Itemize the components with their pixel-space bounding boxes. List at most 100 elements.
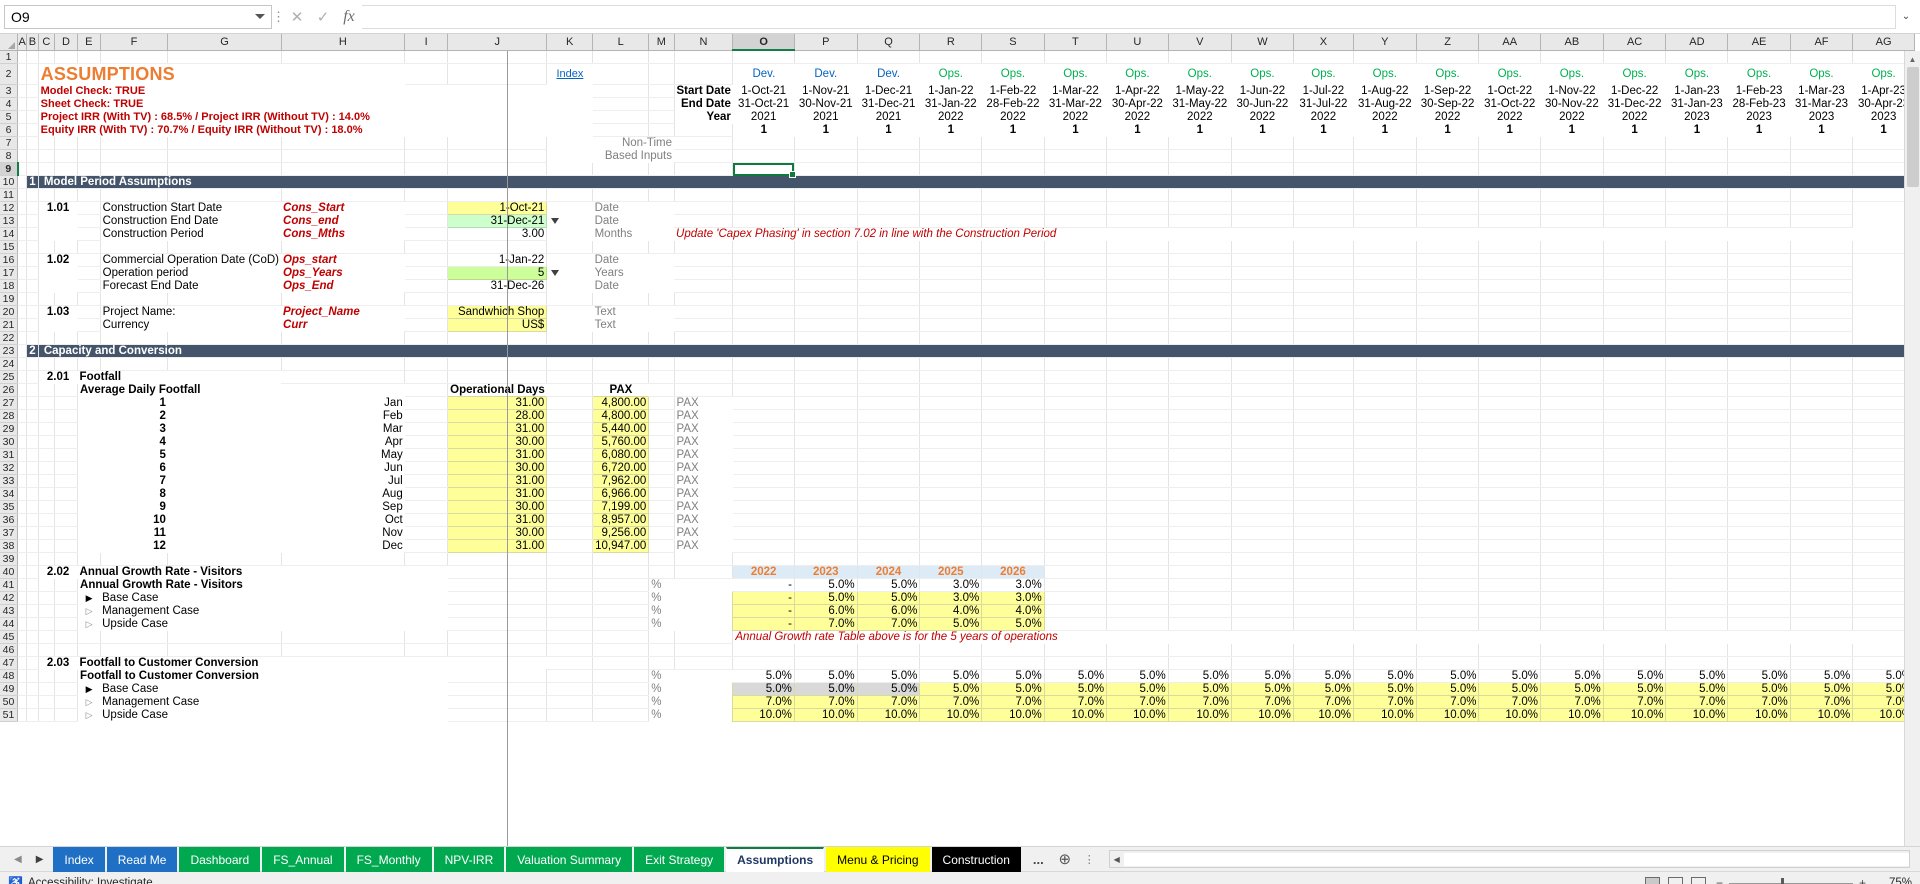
grid-cell[interactable] — [1168, 279, 1232, 293]
grid-cell[interactable] — [546, 695, 594, 709]
grid-cell[interactable] — [17, 344, 28, 358]
grid-cell[interactable] — [1478, 552, 1542, 566]
grid-cell[interactable] — [54, 552, 79, 566]
vertical-scroll-thumb[interactable] — [1907, 67, 1919, 187]
grid-cell[interactable] — [546, 461, 594, 475]
grid-cell[interactable] — [1353, 604, 1417, 618]
grid-cell[interactable] — [1478, 240, 1542, 254]
conversion-case-value[interactable]: 10.0% — [1789, 708, 1854, 722]
grid-cell[interactable] — [26, 461, 39, 475]
assumption-spinner[interactable] — [547, 280, 593, 293]
period-phase-cell[interactable]: Ops. — [1168, 63, 1231, 85]
grid-cell[interactable] — [1293, 500, 1354, 514]
grid-cell[interactable] — [1353, 253, 1417, 267]
grid-cell[interactable] — [857, 136, 921, 150]
grid-cell[interactable] — [1168, 474, 1232, 488]
grid-cell[interactable] — [592, 110, 650, 124]
grid-cell[interactable] — [26, 383, 39, 397]
sheet-tab-exit-strategy[interactable]: Exit Strategy — [634, 847, 725, 872]
grid-cell[interactable] — [1353, 331, 1417, 345]
grid-cell[interactable] — [648, 383, 675, 397]
grid-cell[interactable] — [1168, 201, 1232, 215]
grid-cell[interactable] — [592, 292, 650, 306]
grid-cell[interactable] — [919, 552, 983, 566]
row-header-17[interactable]: 17 — [0, 266, 18, 280]
grid-cell[interactable] — [1106, 50, 1169, 64]
grid-cell[interactable] — [648, 461, 675, 475]
grid-cell[interactable] — [1665, 461, 1729, 475]
grid-cell[interactable] — [1665, 292, 1729, 306]
sheet-tab-npv-irr[interactable]: NPV-IRR — [433, 847, 505, 872]
period-flag-cell[interactable]: 1 — [1044, 124, 1106, 137]
grid-cell[interactable] — [1665, 149, 1729, 163]
grid-cell[interactable] — [732, 539, 795, 553]
grid-cell[interactable] — [1603, 370, 1667, 384]
grid-cell[interactable] — [674, 370, 734, 384]
grid-cell[interactable] — [17, 149, 28, 163]
grid-cell[interactable] — [38, 682, 55, 696]
conversion-case-value[interactable]: 7.0% — [1540, 695, 1604, 709]
conversion-case-value[interactable]: 7.0% — [1292, 695, 1354, 709]
assumption-value[interactable]: 1-Jan-22 — [447, 253, 548, 267]
grid-cell[interactable] — [1293, 214, 1354, 228]
grid-cell[interactable] — [1353, 422, 1417, 436]
period-end-cell[interactable]: 31-Jan-23 — [1666, 98, 1728, 111]
column-header-S[interactable]: S — [981, 34, 1045, 51]
grid-cell[interactable] — [100, 50, 169, 64]
grid-cell[interactable] — [1231, 370, 1294, 384]
grid-cell[interactable] — [1044, 461, 1108, 475]
grid-cell[interactable] — [1044, 604, 1108, 618]
grid-cell[interactable]: Text — [593, 306, 674, 319]
period-end-cell[interactable]: 31-Jul-22 — [1293, 98, 1353, 111]
grid-cell[interactable]: 2.01 — [38, 371, 77, 384]
grid-cell[interactable] — [794, 461, 858, 475]
grid-cell[interactable] — [1044, 578, 1108, 592]
grid-cell[interactable] — [17, 175, 28, 189]
row-header-23[interactable]: 23 — [0, 344, 18, 358]
grid-cell[interactable] — [1353, 617, 1417, 631]
grid-cell[interactable] — [1665, 201, 1729, 215]
grid-cell[interactable] — [1231, 604, 1294, 618]
grid-cell[interactable] — [674, 240, 734, 254]
grid-cell[interactable] — [857, 526, 921, 540]
grid-cell[interactable] — [648, 370, 675, 384]
growth-case-value[interactable]: - — [732, 591, 795, 605]
period-year-cell[interactable]: 2022 — [1479, 111, 1541, 124]
grid-cell[interactable] — [981, 422, 1045, 436]
grid-cell[interactable] — [17, 396, 28, 410]
grid-cell[interactable] — [1044, 539, 1108, 553]
grid-cell[interactable] — [38, 643, 55, 657]
grid-cell[interactable] — [1353, 474, 1417, 488]
grid-cell[interactable] — [38, 526, 55, 540]
column-header-AB[interactable]: AB — [1540, 34, 1604, 51]
grid-cell[interactable] — [546, 669, 594, 683]
conversion-case-value[interactable]: 10.0% — [1352, 708, 1417, 722]
grid-cell[interactable] — [648, 240, 675, 254]
grid-cell[interactable] — [1106, 162, 1169, 176]
grid-cell[interactable] — [281, 240, 406, 254]
grid-cell[interactable] — [1727, 149, 1791, 163]
column-header-AF[interactable]: AF — [1790, 34, 1854, 51]
grid-cell[interactable] — [281, 552, 406, 566]
conversion-case-value[interactable]: 5.0% — [1230, 682, 1294, 696]
conversion-case-value[interactable]: 5.0% — [1167, 682, 1232, 696]
grid-cell[interactable] — [1293, 565, 1354, 579]
grid-cell[interactable]: Oct — [168, 514, 405, 527]
column-header-D[interactable]: D — [54, 34, 79, 51]
grid-cell[interactable] — [447, 357, 548, 371]
grid-cell[interactable] — [447, 50, 548, 64]
grid-cell[interactable] — [1790, 591, 1854, 605]
grid-cell[interactable] — [732, 357, 795, 371]
grid-cell[interactable] — [1665, 136, 1729, 150]
grid-cell[interactable] — [38, 331, 55, 345]
case-marker-cell[interactable]: ▶ — [78, 683, 101, 696]
grid-cell[interactable] — [1540, 552, 1604, 566]
column-header-L[interactable]: L — [592, 34, 650, 51]
grid-cell[interactable] — [1727, 279, 1791, 293]
grid-cell[interactable] — [1293, 487, 1354, 501]
grid-cell[interactable] — [100, 331, 169, 345]
grid-cell[interactable] — [1416, 305, 1480, 319]
grid-cell[interactable] — [404, 63, 449, 85]
zoom-out-icon[interactable]: − — [1716, 876, 1723, 884]
grid-cell[interactable] — [17, 708, 28, 722]
